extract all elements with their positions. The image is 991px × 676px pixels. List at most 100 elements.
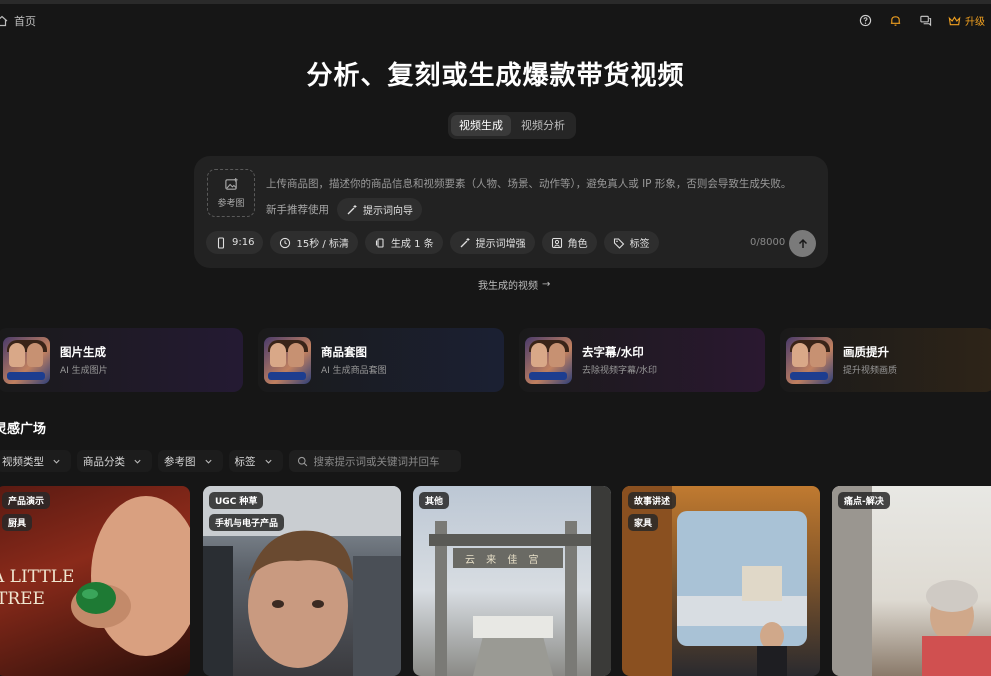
role-label: 角色	[567, 239, 588, 250]
crown-icon	[948, 15, 961, 25]
ratio-label: 9:16	[232, 237, 255, 248]
card-caption: A LITTLE TREE	[0, 566, 74, 610]
send-button[interactable]	[789, 230, 816, 257]
feature-title: 商品套图	[321, 345, 367, 359]
prompt-enhance-toggle[interactable]: 提示词增强	[449, 231, 535, 254]
reference-image-upload[interactable]: 参考图	[207, 169, 255, 217]
card-tag: 痛点-解决	[838, 492, 890, 509]
duration-label: 15秒 / 标清	[296, 239, 349, 250]
tags-label: 标签	[629, 239, 650, 250]
feature-title: 去字幕/水印	[582, 345, 644, 359]
upgrade-label: 升级	[965, 17, 985, 28]
filter-product-category[interactable]: 商品分类	[77, 450, 152, 472]
ratio-select[interactable]: 9:16	[206, 231, 264, 254]
prompt-enhance-label: 提示词增强	[475, 239, 526, 250]
home-icon	[0, 15, 8, 27]
card-tag: 故事讲述	[628, 492, 677, 509]
filter-video-type[interactable]: 视频类型	[0, 450, 71, 472]
duration-select[interactable]: 15秒 / 标清	[270, 231, 358, 254]
card-caption-line: A LITTLE	[0, 567, 75, 587]
recommend-row: 新手推荐使用 提示词向导	[266, 198, 422, 221]
feature-title: 画质提升	[843, 345, 889, 359]
top-actions: 升级	[858, 13, 985, 28]
inspiration-search-input[interactable]: 搜索提示词或关键词并回车	[288, 450, 461, 472]
chat-icon[interactable]	[918, 14, 932, 28]
filter-label: 商品分类	[83, 455, 125, 468]
card-artwork	[832, 486, 991, 676]
magic-wand-icon	[347, 204, 357, 214]
mode-tabs: 视频生成 视频分析	[448, 112, 576, 139]
feature-subtitle: AI 生成图片	[60, 366, 108, 376]
feature-thumbnail	[264, 336, 311, 384]
page-title: 分析、复刻或生成爆款带货视频	[306, 61, 685, 91]
question-circle-icon[interactable]	[858, 14, 872, 28]
feature-image-generate[interactable]: 图片生成 AI 生成图片	[0, 328, 243, 392]
count-select[interactable]: 生成 1 条	[364, 231, 443, 254]
filter-tags[interactable]: 标签	[228, 450, 283, 472]
user-square-icon	[551, 237, 562, 248]
feature-subtitle: 提升视频画质	[843, 366, 898, 376]
chevron-down-icon	[134, 459, 141, 464]
inspiration-card[interactable]: 故事讲述 家具	[622, 486, 820, 676]
inspiration-card[interactable]: 痛点-解决	[832, 486, 991, 676]
tab-video-generate[interactable]: 视频生成	[451, 115, 511, 136]
chevron-down-icon	[264, 459, 272, 464]
feature-thumbnail	[786, 336, 833, 384]
inspiration-card[interactable]: UGC 种草 手机与电子产品	[203, 486, 401, 676]
card-tag: 家具	[628, 514, 659, 531]
reference-image-label: 参考图	[217, 199, 245, 209]
tag-icon	[613, 237, 624, 249]
filter-label: 参考图	[164, 455, 196, 468]
prompt-composer: 参考图 上传商品图，描述你的商品信息和视频要素（人物、场景、动作等），避免真人或…	[194, 156, 828, 268]
search-icon	[297, 456, 307, 466]
feature-product-set[interactable]: 商品套图 AI 生成商品套图	[258, 328, 504, 392]
image-add-icon	[224, 177, 238, 190]
chevron-down-icon	[53, 459, 60, 464]
tab-video-analyze[interactable]: 视频分析	[513, 115, 573, 136]
prompt-input[interactable]: 上传商品图，描述你的商品信息和视频要素（人物、场景、动作等），避免真人或 IP …	[266, 176, 791, 191]
card-tag: 其他	[419, 492, 450, 509]
card-tag: 产品演示	[2, 492, 51, 509]
card-artwork	[429, 486, 611, 676]
chevron-down-icon	[204, 459, 212, 464]
count-label: 生成 1 条	[390, 239, 434, 250]
breadcrumb[interactable]: 首页	[0, 13, 36, 29]
feature-quality-upscale[interactable]: 画质提升 提升视频画质	[780, 328, 991, 392]
search-placeholder: 搜索提示词或关键词并回车	[313, 455, 440, 468]
inspiration-card[interactable]: A LITTLE TREE 产品演示 厨具	[0, 486, 190, 676]
feature-subtitle: 去除视频字幕/水印	[582, 366, 658, 376]
recommend-label: 新手推荐使用	[266, 204, 329, 216]
composer-toolbar: 9:16 15秒 / 标清 生成 1 条 提示词增强 角色 标签	[206, 231, 659, 254]
clock-icon	[280, 237, 291, 248]
feature-thumbnail	[525, 336, 572, 384]
my-videos-link[interactable]: 我生成的视频 →	[478, 277, 550, 292]
tags-select[interactable]: 标签	[603, 231, 659, 254]
feature-remove-subtitle[interactable]: 去字幕/水印 去除视频字幕/水印	[519, 328, 765, 392]
char-counter: 0/8000	[750, 237, 786, 248]
filter-label: 标签	[234, 455, 256, 468]
inspiration-card[interactable]: 云 来 佳 宫 其他	[413, 486, 611, 676]
top-border	[0, 0, 991, 4]
breadcrumb-home[interactable]: 首页	[14, 13, 36, 29]
card-caption-line: TREE	[0, 589, 45, 609]
role-select[interactable]: 角色	[541, 231, 597, 254]
inspiration-filters: 视频类型 商品分类 参考图 标签 搜索提示词或关键词并回车	[0, 450, 461, 472]
filter-reference-image[interactable]: 参考图	[158, 450, 223, 472]
feature-subtitle: AI 生成商品套图	[321, 366, 387, 376]
prompt-wizard-button[interactable]: 提示词向导	[337, 198, 422, 221]
upgrade-button[interactable]: 升级	[948, 13, 985, 28]
feature-thumbnail	[3, 336, 50, 384]
prompt-wizard-label: 提示词向导	[363, 206, 413, 217]
arrow-right-icon: →	[542, 279, 551, 290]
feature-title: 图片生成	[60, 345, 106, 359]
card-tag: UGC 种草	[209, 492, 264, 509]
card-tag: 厨具	[2, 514, 33, 531]
my-videos-label: 我生成的视频	[478, 281, 538, 292]
card-tag: 手机与电子产品	[209, 514, 285, 531]
phone-icon	[217, 236, 225, 249]
bell-icon[interactable]	[888, 14, 902, 28]
gate-sign: 云 来 佳 宫	[465, 555, 543, 566]
layers-icon	[375, 237, 384, 248]
inspiration-title: 灵感广场	[0, 422, 47, 437]
sparkle-wand-icon	[460, 237, 470, 247]
